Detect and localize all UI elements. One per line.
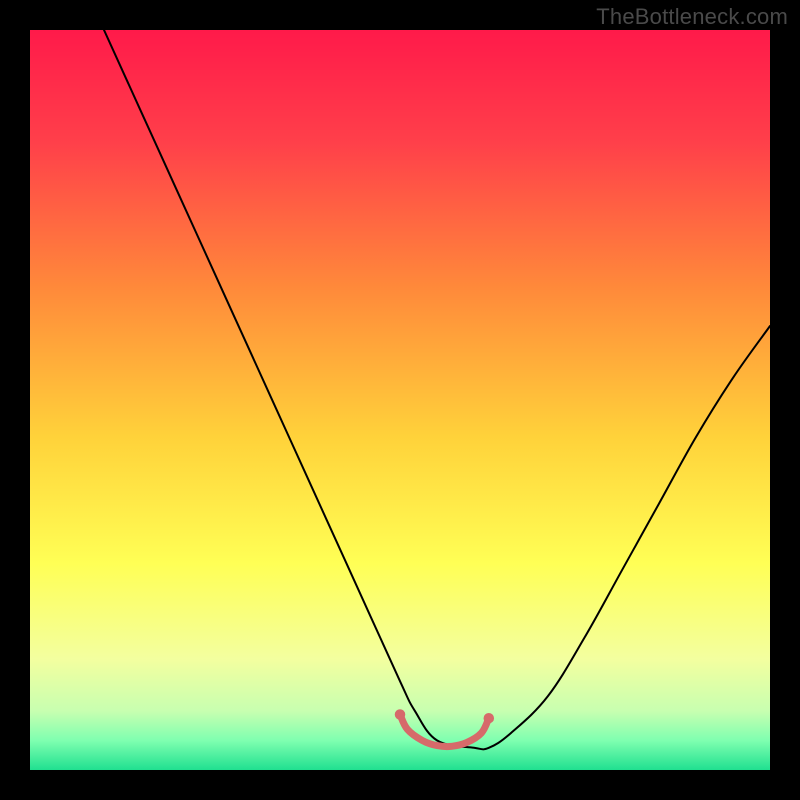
series-optimal-band-endpoint xyxy=(395,709,406,720)
watermark-text: TheBottleneck.com xyxy=(596,4,788,30)
gradient-background xyxy=(30,30,770,770)
plot-area xyxy=(30,30,770,770)
series-optimal-band-endpoint xyxy=(484,713,495,724)
chart-frame: TheBottleneck.com xyxy=(0,0,800,800)
plot-svg xyxy=(30,30,770,770)
